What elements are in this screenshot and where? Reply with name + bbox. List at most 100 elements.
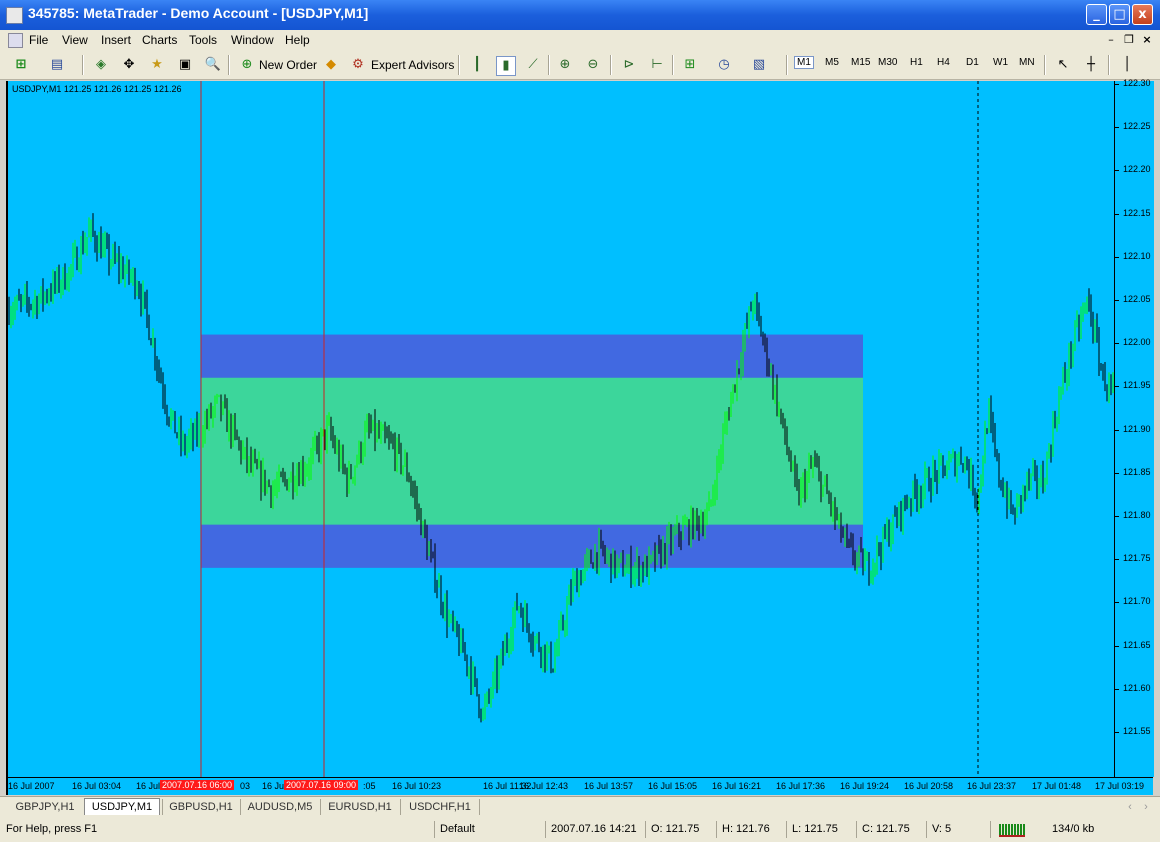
price-tick bbox=[1115, 343, 1119, 345]
timeframe-mn[interactable]: MN bbox=[1019, 57, 1035, 68]
time-label: 16 Jul bbox=[262, 781, 287, 791]
timeframe-m5[interactable]: M5 bbox=[825, 57, 839, 68]
navigator-icon[interactable]: ✥ bbox=[120, 56, 138, 74]
indicators-icon[interactable]: ⊞ bbox=[681, 56, 699, 74]
status-close: C: 121.75 bbox=[862, 823, 910, 835]
menu-insert[interactable]: Insert bbox=[101, 33, 131, 47]
price-tick bbox=[1115, 256, 1119, 258]
price-label: 121.60 bbox=[1123, 682, 1151, 693]
status-separator bbox=[434, 821, 435, 838]
time-label: 16 Jul 17:36 bbox=[776, 781, 826, 791]
menu-charts[interactable]: Charts bbox=[142, 33, 177, 47]
timeframe-m15[interactable]: M15 bbox=[851, 57, 870, 68]
tab-usdjpy-m1[interactable]: USDJPY,M1 bbox=[84, 798, 160, 815]
zoom-out-icon[interactable]: ⊖ bbox=[584, 56, 602, 74]
window-title: 345785: MetaTrader - Demo Account - [USD… bbox=[28, 5, 369, 21]
status-separator bbox=[545, 821, 546, 838]
time-label: 17 Jul 01:48 bbox=[1032, 781, 1082, 791]
document-icon[interactable] bbox=[8, 33, 23, 48]
time-axis[interactable]: 16 Jul 2007 16 Jul 03:04 16 Jul 16 Jul 16 Ju… bbox=[8, 777, 1153, 795]
price-label: 122.15 bbox=[1123, 207, 1151, 218]
toolbar-separator bbox=[786, 55, 788, 75]
templates-icon[interactable]: ▧ bbox=[750, 56, 768, 74]
minimize-button[interactable]: _ bbox=[1086, 4, 1107, 25]
alert-icon[interactable]: ◆ bbox=[322, 56, 340, 74]
crosshair-icon[interactable]: ┼ bbox=[1082, 56, 1100, 74]
terminal-icon[interactable]: ▣ bbox=[176, 56, 194, 74]
time-label: 16 Jul 12:43 bbox=[519, 781, 569, 791]
menu-view[interactable]: View bbox=[62, 33, 88, 47]
tab-usdchf-h1[interactable]: USDCHF,H1 bbox=[400, 799, 480, 815]
price-label: 122.20 bbox=[1123, 164, 1151, 175]
status-high: H: 121.76 bbox=[722, 823, 770, 835]
timeframe-d1[interactable]: D1 bbox=[966, 57, 979, 68]
menu-window[interactable]: Window bbox=[231, 33, 274, 47]
toolbar-separator bbox=[228, 55, 230, 75]
chart-tabs: GBPJPY,H1 USDJPY,M1 GBPUSD,H1 AUDUSD,M5 … bbox=[0, 796, 1160, 817]
new-order-button[interactable]: New Order bbox=[259, 55, 317, 75]
menu-file[interactable]: File bbox=[29, 33, 48, 47]
title-bar: 345785: MetaTrader - Demo Account - [USD… bbox=[0, 0, 1160, 30]
status-bar: For Help, press F1 Default 2007.07.16 14… bbox=[0, 817, 1160, 842]
new-chart-icon[interactable]: ⊞ bbox=[12, 56, 30, 74]
close-button[interactable]: x bbox=[1132, 4, 1153, 25]
chart-shift-icon[interactable]: ⊢ bbox=[648, 56, 666, 74]
status-traffic: 134/0 kb bbox=[1052, 823, 1095, 835]
price-tick bbox=[1115, 429, 1119, 431]
mdi-close-icon[interactable]: × bbox=[1140, 33, 1154, 47]
vertical-line-icon[interactable]: │ bbox=[1118, 56, 1136, 74]
price-tick bbox=[1115, 732, 1119, 733]
price-label: 122.25 bbox=[1123, 121, 1151, 132]
timeframe-m1[interactable]: M1 bbox=[794, 56, 814, 69]
timeframe-w1[interactable]: W1 bbox=[993, 57, 1008, 68]
line-chart-icon[interactable]: ⟋ bbox=[524, 56, 542, 74]
expert-advisors-button[interactable]: Expert Advisors bbox=[371, 55, 454, 75]
mdi-restore-icon[interactable]: ❐ bbox=[1122, 33, 1136, 47]
periods-clock-icon[interactable]: ◷ bbox=[715, 56, 733, 74]
toolbar-separator bbox=[672, 55, 674, 75]
tab-eurusd-h1[interactable]: EURUSD,H1 bbox=[320, 799, 399, 815]
profiles-icon[interactable]: ▤ bbox=[48, 56, 66, 74]
chart-plot-area[interactable] bbox=[8, 81, 1114, 777]
favorites-icon[interactable]: ★ bbox=[148, 56, 166, 74]
timeframe-h4[interactable]: H4 bbox=[937, 57, 950, 68]
menu-tools[interactable]: Tools bbox=[189, 33, 217, 47]
tab-gbpjpy-h1[interactable]: GBPJPY,H1 bbox=[8, 799, 82, 815]
status-separator bbox=[645, 821, 646, 838]
strategy-tester-icon[interactable]: 🔍 bbox=[204, 56, 222, 74]
price-label: 121.80 bbox=[1123, 510, 1151, 520]
toolbar-separator bbox=[610, 55, 612, 75]
zoom-in-icon[interactable]: ⊕ bbox=[556, 56, 574, 74]
menu-help[interactable]: Help bbox=[285, 33, 310, 47]
auto-scroll-icon[interactable]: ⊳ bbox=[620, 56, 638, 74]
vertical-line-time-label: 2007.07.16 09:00 bbox=[284, 780, 359, 790]
time-label: 17 Jul 03:19 bbox=[1095, 781, 1145, 791]
time-label: 16 Jul 15:05 bbox=[648, 781, 698, 791]
candlestick-icon[interactable]: ▮ bbox=[496, 56, 516, 76]
menu-bar: File View Insert Charts Tools Window Hel… bbox=[0, 30, 1160, 50]
price-label: 122.05 bbox=[1123, 294, 1151, 304]
mdi-minimize-icon[interactable]: – bbox=[1104, 33, 1118, 47]
price-tick bbox=[1115, 386, 1119, 388]
status-separator bbox=[926, 821, 927, 838]
new-order-icon[interactable]: ⊕ bbox=[238, 56, 256, 74]
price-tick bbox=[1115, 559, 1119, 561]
tab-scroll-left-icon[interactable]: ‹ bbox=[1124, 799, 1136, 815]
maximize-button[interactable]: □ bbox=[1109, 4, 1130, 25]
cursor-icon[interactable]: ↖ bbox=[1054, 56, 1072, 74]
toolbar-separator bbox=[1044, 55, 1046, 75]
expert-advisors-icon[interactable]: ⚙ bbox=[349, 56, 367, 74]
toolbar-separator bbox=[82, 55, 84, 75]
timeframe-m30[interactable]: M30 bbox=[878, 57, 897, 68]
bar-chart-icon[interactable]: ┃ bbox=[468, 56, 486, 74]
price-tick bbox=[1115, 645, 1119, 647]
tab-scroll-right-icon[interactable]: › bbox=[1140, 799, 1152, 815]
vertical-line-time-label: 2007.07.16 06:00 bbox=[160, 780, 235, 790]
timeframe-h1[interactable]: H1 bbox=[910, 57, 923, 68]
time-label: 16 Jul 16:21 bbox=[712, 781, 762, 791]
tab-audusd-m5[interactable]: AUDUSD,M5 bbox=[240, 799, 319, 815]
price-axis[interactable]: 122.30 122.25 122.20 122.15 122.10 122.05 122.… bbox=[1114, 78, 1154, 777]
market-watch-icon[interactable]: ◈ bbox=[92, 56, 110, 74]
time-label: 16 Jul 13:57 bbox=[584, 781, 634, 791]
tab-gbpusd-h1[interactable]: GBPUSD,H1 bbox=[162, 799, 239, 815]
